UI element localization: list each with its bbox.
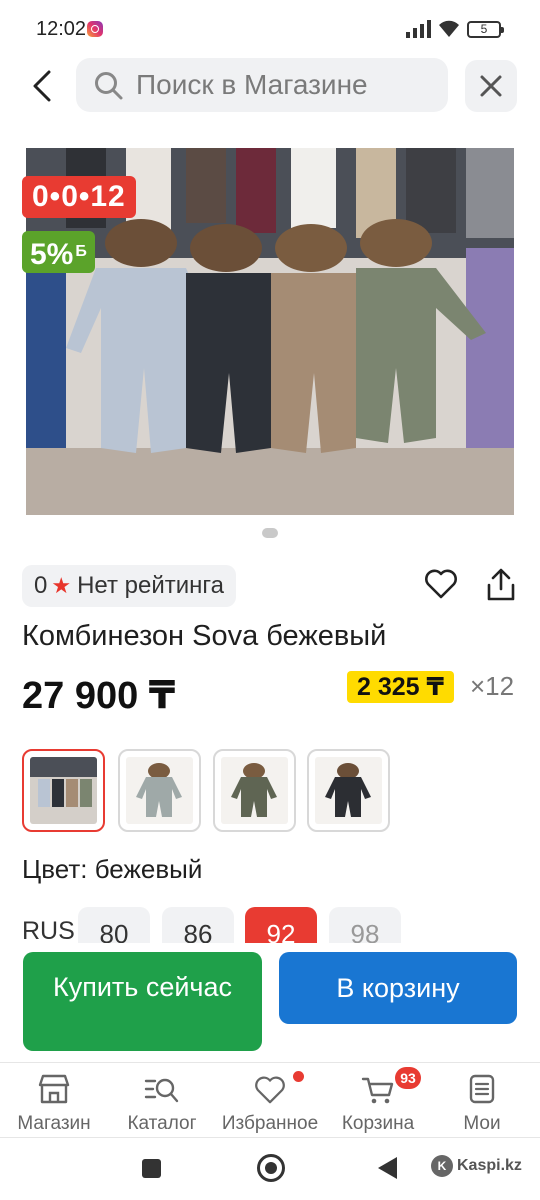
recent-apps-button[interactable] [142,1159,161,1178]
tab-my-orders[interactable]: Мои [432,1071,532,1137]
orders-icon [469,1074,495,1104]
system-navigation-bar: K Kaspi.kz [0,1140,540,1200]
instagram-notification-icon [87,21,103,37]
product-price: 27 900 ₸ [22,675,176,717]
cart-icon [361,1077,394,1104]
back-button[interactable] [22,64,62,108]
product-title: Комбинезон Sova бежевый [22,620,387,652]
status-bar: 12:02 5 [0,0,540,58]
chevron-left-icon [33,70,51,102]
signal-icon [406,20,431,38]
color-thumbnail-image [221,757,288,824]
color-option-grey-blue[interactable] [118,749,201,832]
tab-label: Избранное [221,1113,319,1134]
close-icon [480,75,502,97]
tab-favorites[interactable]: Избранное [216,1071,324,1137]
wifi-icon [439,20,459,37]
heart-icon [425,569,457,599]
add-to-cart-button[interactable]: В корзину [279,952,517,1024]
tab-catalog[interactable]: Каталог [108,1071,216,1137]
home-button[interactable] [257,1154,285,1182]
size-selector: RUS 80 86 92 98 [22,907,522,943]
tab-label: Корзина [341,1113,415,1134]
color-option-beige[interactable] [22,749,105,832]
monthly-payment: 2 325 ₸ [347,671,454,703]
size-option-80[interactable]: 80 [78,907,150,943]
tab-label: Магазин [17,1113,91,1134]
selected-color-label: Цвет: бежевый [22,854,203,884]
buy-now-button[interactable]: Купить сейчас [23,952,262,1051]
size-system-label: RUS [22,917,75,943]
search-icon [95,72,123,100]
heart-icon [255,1076,285,1104]
size-option-92[interactable]: 92 [245,907,317,943]
bonus-currency: Б [75,243,87,260]
tab-label: Мои [463,1113,501,1134]
rating-text: Нет рейтинга [77,572,224,599]
star-icon: ★ [51,573,72,598]
color-thumbnail-image [315,757,382,824]
watermark-text: Kaspi.kz [457,1157,522,1174]
rating-pill[interactable]: 0 ★ Нет рейтинга [22,565,236,607]
size-option-98[interactable]: 98 [329,907,401,943]
divider [0,1137,540,1138]
bonus-percent: 5% [30,238,74,271]
favorites-notification-dot [293,1071,304,1082]
color-thumbnail-image [126,757,193,824]
installment-months: ×12 [470,671,515,701]
image-pager-dot [262,528,278,538]
cart-count-badge: 93 [395,1067,421,1089]
bonus-badge: 5% Б [22,231,95,273]
installment-badge: 0•0•12 [22,176,136,218]
share-button[interactable] [484,567,520,605]
tab-shop[interactable]: Магазин [0,1071,108,1137]
close-button[interactable] [465,60,517,112]
size-option-86[interactable]: 86 [162,907,234,943]
kaspi-logo-icon: K [431,1155,453,1177]
shop-icon [38,1074,70,1104]
share-icon [487,568,515,601]
color-option-black[interactable] [307,749,390,832]
tab-label: Каталог [127,1113,197,1134]
status-time: 12:02 [36,18,87,40]
color-option-olive[interactable] [213,749,296,832]
kaspi-watermark: K Kaspi.kz [431,1154,522,1178]
system-back-button[interactable] [378,1157,397,1179]
search-bar[interactable] [76,58,448,112]
search-input[interactable] [136,66,436,104]
battery-icon: 5 [467,21,504,38]
catalog-search-icon [144,1078,179,1103]
color-thumbnail-image [30,757,97,824]
bottom-tab-bar: Магазин Каталог Избранное Корзина Мои [0,1062,540,1138]
favorite-button[interactable] [424,568,460,604]
rating-value: 0 [34,572,48,599]
